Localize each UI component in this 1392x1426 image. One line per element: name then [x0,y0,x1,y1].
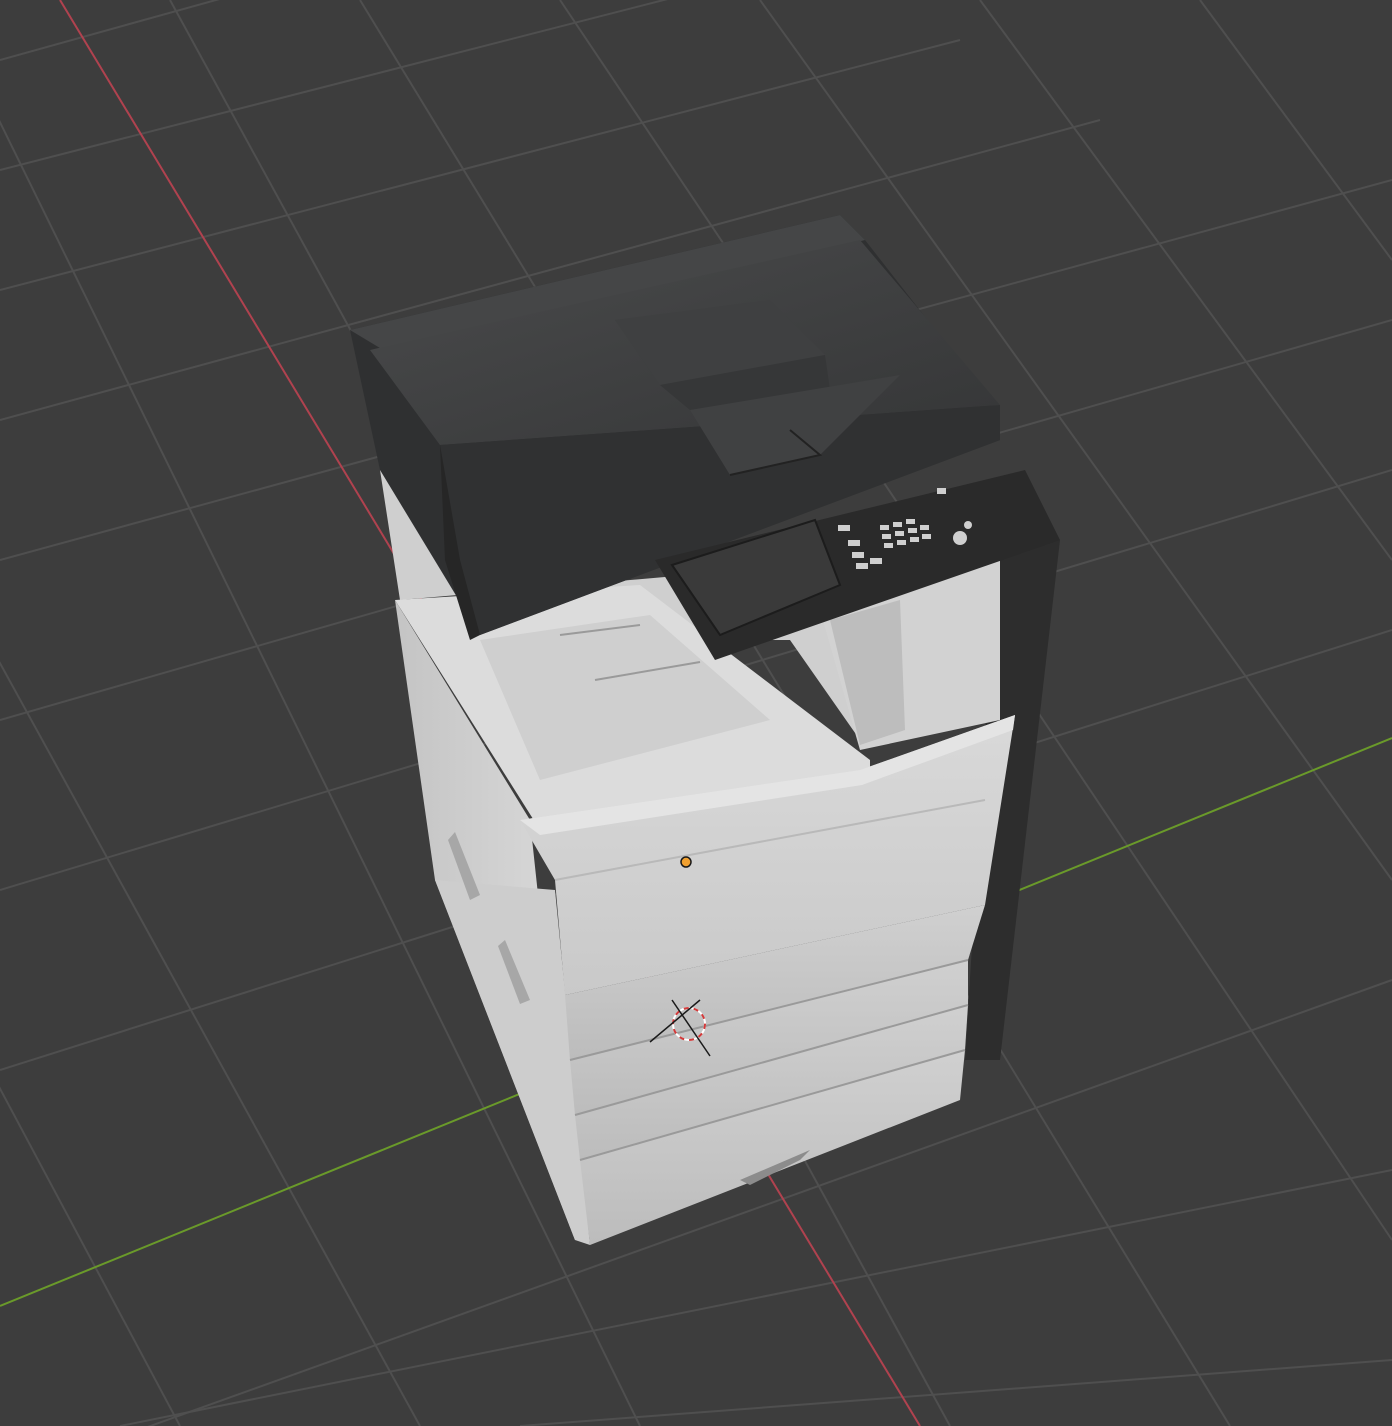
object-origin-dot [680,856,692,868]
3d-viewport[interactable] [0,0,1392,1426]
printer-model[interactable] [350,215,1060,1245]
